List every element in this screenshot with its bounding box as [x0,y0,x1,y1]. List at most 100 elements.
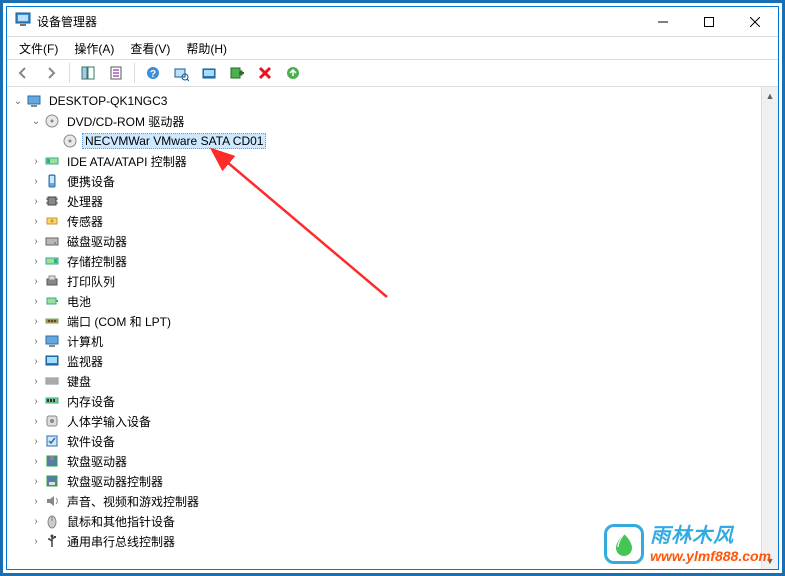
back-button[interactable] [11,61,35,85]
expand-chevron-icon[interactable]: › [29,436,43,447]
tree-item-label: 软盘驱动器 [64,452,130,471]
expand-chevron-icon[interactable]: › [29,456,43,467]
tree-item-label: NECVMWar VMware SATA CD01 [82,133,266,149]
tree-category-9[interactable]: › 端口 (COM 和 LPT) [7,311,761,331]
tree-category-12[interactable]: ›键盘 [7,371,761,391]
expand-chevron-icon[interactable]: ⌄ [29,116,43,127]
scroll-track[interactable] [762,104,778,552]
expand-chevron-icon[interactable]: › [29,416,43,427]
menu-action[interactable]: 操作(A) [66,38,122,59]
portable-icon [43,173,61,189]
tree-item-label: 软件设备 [64,432,118,451]
expand-chevron-icon[interactable]: › [29,356,43,367]
monitor-icon [43,353,61,369]
tree-category-14[interactable]: › 人体学输入设备 [7,411,761,431]
maximize-button[interactable] [686,7,732,37]
menubar: 文件(F) 操作(A) 查看(V) 帮助(H) [7,37,778,59]
watermark-logo-icon [604,524,644,564]
cdrom-icon [61,133,79,149]
expand-chevron-icon[interactable]: › [29,196,43,207]
expand-chevron-icon[interactable]: ⌄ [11,96,25,107]
tree-category-6[interactable]: › 存储控制器 [7,251,761,271]
expand-chevron-icon[interactable]: › [29,276,43,287]
tree-category-16[interactable]: › 软盘驱动器 [7,451,761,471]
menu-view[interactable]: 查看(V) [122,38,178,59]
update-driver-button[interactable] [197,61,221,85]
menu-file[interactable]: 文件(F) [11,38,66,59]
expand-chevron-icon[interactable]: › [29,296,43,307]
tree-category-13[interactable]: ›内存设备 [7,391,761,411]
expand-chevron-icon[interactable]: › [29,256,43,267]
tree-item-label: 便携设备 [64,172,118,191]
battery-icon [43,293,61,309]
hid-icon [43,413,61,429]
expand-chevron-icon[interactable]: › [29,496,43,507]
device-tree[interactable]: ⌄DESKTOP-QK1NGC3⌄DVD/CD-ROM 驱动器 NECVMWar … [7,87,761,569]
tree-category-10[interactable]: ›计算机 [7,331,761,351]
properties-button[interactable] [104,61,128,85]
tree-item-label: IDE ATA/ATAPI 控制器 [64,152,190,171]
expand-chevron-icon[interactable]: › [29,376,43,387]
tree-category-7[interactable]: › 打印队列 [7,271,761,291]
computer-icon [43,333,61,349]
storage-icon [43,253,61,269]
tree-category-5[interactable]: › 磁盘驱动器 [7,231,761,251]
tree-category-3[interactable]: › 处理器 [7,191,761,211]
expand-chevron-icon[interactable]: › [29,476,43,487]
vertical-scrollbar[interactable]: ▲ ▼ [761,87,778,569]
tree-category-18[interactable]: › 声音、视频和游戏控制器 [7,491,761,511]
cdrom-icon [43,113,61,129]
show-hide-tree-button[interactable] [76,61,100,85]
expand-chevron-icon[interactable]: › [29,396,43,407]
tree-category-11[interactable]: › 监视器 [7,351,761,371]
tree-item-label: 打印队列 [64,272,118,291]
uninstall-button[interactable] [253,61,277,85]
tree-item-label: 软盘驱动器控制器 [64,472,166,491]
tree-item-label: 端口 (COM 和 LPT) [64,312,174,331]
expand-chevron-icon[interactable]: › [29,176,43,187]
minimize-button[interactable] [640,7,686,37]
forward-button[interactable] [39,61,63,85]
expand-chevron-icon[interactable]: › [29,216,43,227]
add-legacy-button[interactable] [225,61,249,85]
tree-item-label: 人体学输入设备 [64,412,154,431]
help-button[interactable]: ? [141,61,165,85]
disk-icon [43,233,61,249]
menu-help[interactable]: 帮助(H) [178,38,235,59]
tree-category-8[interactable]: ›电池 [7,291,761,311]
tree-category-4[interactable]: › 传感器 [7,211,761,231]
expand-chevron-icon[interactable]: › [29,516,43,527]
port-icon [43,313,61,329]
tree-category-15[interactable]: › 软件设备 [7,431,761,451]
usb-icon [43,533,61,549]
expand-chevron-icon[interactable]: › [29,156,43,167]
svg-text:?: ? [150,69,156,80]
printer-icon [43,273,61,289]
tree-category-1[interactable]: › IDE ATA/ATAPI 控制器 [7,151,761,171]
expand-chevron-icon[interactable]: › [29,316,43,327]
enable-button[interactable] [281,61,305,85]
tree-item-label: 声音、视频和游戏控制器 [64,492,202,511]
tree-device-0-0[interactable]: NECVMWar VMware SATA CD01 [7,131,761,151]
tree-root[interactable]: ⌄DESKTOP-QK1NGC3 [7,91,761,111]
expand-chevron-icon[interactable]: › [29,236,43,247]
tree-item-label: 监视器 [64,352,106,371]
tree-item-label: 传感器 [64,212,106,231]
expand-chevron-icon[interactable]: › [29,536,43,547]
tree-category-2[interactable]: › 便携设备 [7,171,761,191]
watermark-text: 雨林木风 [650,519,734,548]
tree-category-17[interactable]: › 软盘驱动器控制器 [7,471,761,491]
expand-chevron-icon[interactable]: › [29,336,43,347]
mouse-icon [43,513,61,529]
tree-item-label: 处理器 [64,192,106,211]
tree-item-label: 存储控制器 [64,252,130,271]
tree-item-label: 鼠标和其他指针设备 [64,512,178,531]
sound-icon [43,493,61,509]
scan-hardware-button[interactable] [169,61,193,85]
close-button[interactable] [732,7,778,37]
tree-category-0[interactable]: ⌄DVD/CD-ROM 驱动器 [7,111,761,131]
tree-item-label: 磁盘驱动器 [64,232,130,251]
window-title: 设备管理器 [37,13,97,30]
scroll-up-button[interactable]: ▲ [762,87,778,104]
titlebar: 设备管理器 [7,7,778,37]
